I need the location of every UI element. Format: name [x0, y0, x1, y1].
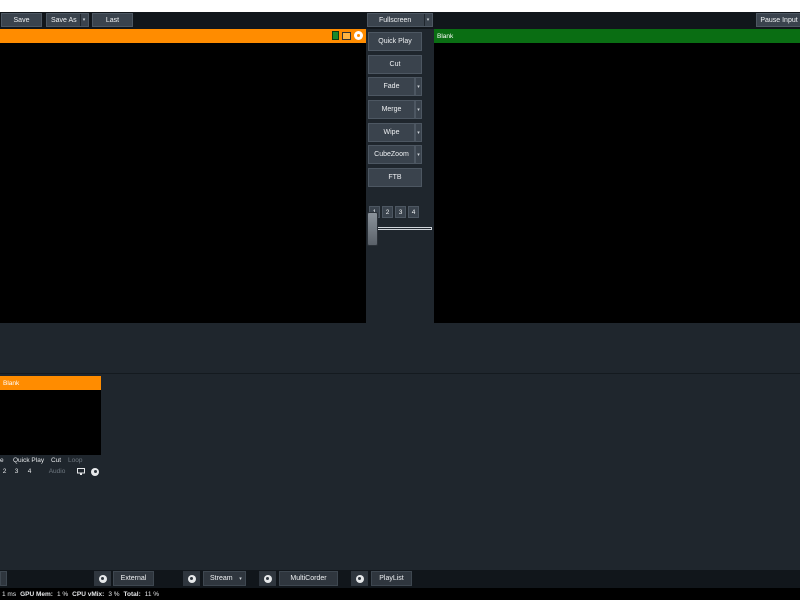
multicorder-label: MultiCorder [290, 575, 327, 582]
wipe-button[interactable]: Wipe [368, 123, 415, 142]
add-input-button[interactable] [0, 571, 7, 586]
render-time-value: 1 ms [2, 590, 17, 598]
stream-label: Stream [210, 575, 233, 582]
gpu-mem-value: 1 % [56, 590, 69, 598]
quick-play-button[interactable]: Quick Play [368, 32, 422, 51]
transition-2-button[interactable]: 2 [382, 206, 393, 218]
last-label: Last [105, 16, 120, 24]
input-tile-header[interactable]: Blank [0, 376, 101, 390]
fade-options-chevron-icon[interactable]: ▾ [415, 77, 422, 96]
input-cut-button[interactable]: Cut [51, 457, 61, 464]
input-overlay-2-button[interactable]: 2 [0, 466, 9, 477]
transition-2-label: 2 [385, 208, 390, 216]
input-tile-title: Blank [3, 379, 20, 387]
external-label: External [120, 575, 147, 582]
preview-header [0, 29, 366, 43]
cubezoom-label: CubeZoom [374, 151, 409, 158]
gear-icon[interactable] [90, 466, 100, 477]
bottom-toolbar: External Stream ▾ MultiCorder PlayList [0, 570, 800, 588]
cut-label: Cut [389, 61, 401, 68]
transition-4-button[interactable]: 4 [408, 206, 419, 218]
playlist-settings-gear-icon[interactable] [351, 571, 368, 586]
transition-4-label: 4 [411, 208, 416, 216]
input-audio-button[interactable]: Audio [45, 466, 69, 477]
save-as-button[interactable]: Save As ▾ [46, 13, 89, 27]
top-toolbar: Save Save As ▾ Last Fullscreen ▾ Pause I… [0, 12, 800, 29]
last-button[interactable]: Last [92, 13, 133, 27]
preview-panel [0, 29, 366, 323]
external-button[interactable]: External [113, 571, 154, 586]
fullscreen-label: Fullscreen [379, 16, 412, 24]
input-quick-play-button[interactable]: Quick Play [13, 457, 44, 464]
fade-button[interactable]: Fade [368, 77, 415, 96]
wipe-options-chevron-icon[interactable]: ▾ [415, 123, 422, 142]
preview-header-icons [332, 31, 363, 40]
cpu-value: 3 % [108, 590, 120, 598]
playlist-label: PlayList [379, 575, 404, 582]
chevron-down-icon[interactable]: ▾ [237, 572, 244, 585]
total-label: Total: [123, 590, 141, 598]
gpu-mem-label: GPU Mem: [20, 590, 53, 598]
save-button[interactable]: Save [1, 13, 42, 27]
fullscreen-button[interactable]: Fullscreen ▾ [367, 13, 433, 27]
input-loop-button[interactable]: Loop [68, 457, 82, 464]
pause-input-label: Pause Input [760, 16, 798, 24]
cubezoom-button[interactable]: CubeZoom [368, 145, 415, 164]
output-header: Blank [434, 29, 800, 43]
cpu-label: CPU vMix: [72, 590, 105, 598]
vmix-window: Save Save As ▾ Last Fullscreen ▾ Pause I… [0, 12, 800, 600]
chevron-down-icon[interactable]: ▾ [80, 14, 87, 26]
chevron-down-icon[interactable]: ▾ [424, 14, 431, 26]
save-label: Save [13, 16, 30, 24]
monitor-icon[interactable] [76, 466, 86, 477]
window-icon[interactable] [342, 31, 351, 40]
wipe-label: Wipe [383, 129, 400, 136]
pause-input-button[interactable]: Pause Input [756, 13, 800, 27]
quick-play-label: Quick Play [378, 38, 412, 45]
color-picker-icon[interactable] [332, 31, 339, 40]
ftb-label: FTB [388, 174, 402, 181]
ftb-button[interactable]: FTB [368, 168, 422, 187]
total-value: 11 % [144, 590, 160, 598]
multicorder-settings-gear-icon[interactable] [259, 571, 276, 586]
status-bar: 1 ms GPU Mem: 1 % CPU vMix: 3 % Total: 1… [0, 588, 800, 600]
section-divider [0, 373, 800, 374]
cut-button[interactable]: Cut [368, 55, 422, 74]
merge-options-chevron-icon[interactable]: ▾ [415, 100, 422, 119]
input-overlay-3-button[interactable]: 3 [12, 466, 21, 477]
gear-icon[interactable] [354, 31, 363, 40]
playlist-button[interactable]: PlayList [371, 571, 412, 586]
merge-button[interactable]: Merge [368, 100, 415, 119]
output-title: Blank [437, 32, 454, 40]
input-tile-menu-item[interactable]: e [0, 457, 4, 464]
tbar-handle[interactable] [367, 212, 378, 246]
cubezoom-options-chevron-icon[interactable]: ▾ [415, 145, 422, 164]
external-settings-gear-icon[interactable] [94, 571, 111, 586]
fade-label: Fade [383, 83, 400, 90]
stream-button[interactable]: Stream ▾ [203, 571, 246, 586]
input-tile-preview[interactable]: Blank [0, 376, 101, 455]
output-panel: Blank [434, 29, 800, 323]
multicorder-button[interactable]: MultiCorder [279, 571, 338, 586]
transition-3-button[interactable]: 3 [395, 206, 406, 218]
save-as-label: Save As [51, 16, 77, 24]
input-overlay-4-button[interactable]: 4 [25, 466, 34, 477]
merge-label: Merge [381, 106, 402, 113]
transition-3-label: 3 [398, 208, 403, 216]
stream-settings-gear-icon[interactable] [183, 571, 200, 586]
